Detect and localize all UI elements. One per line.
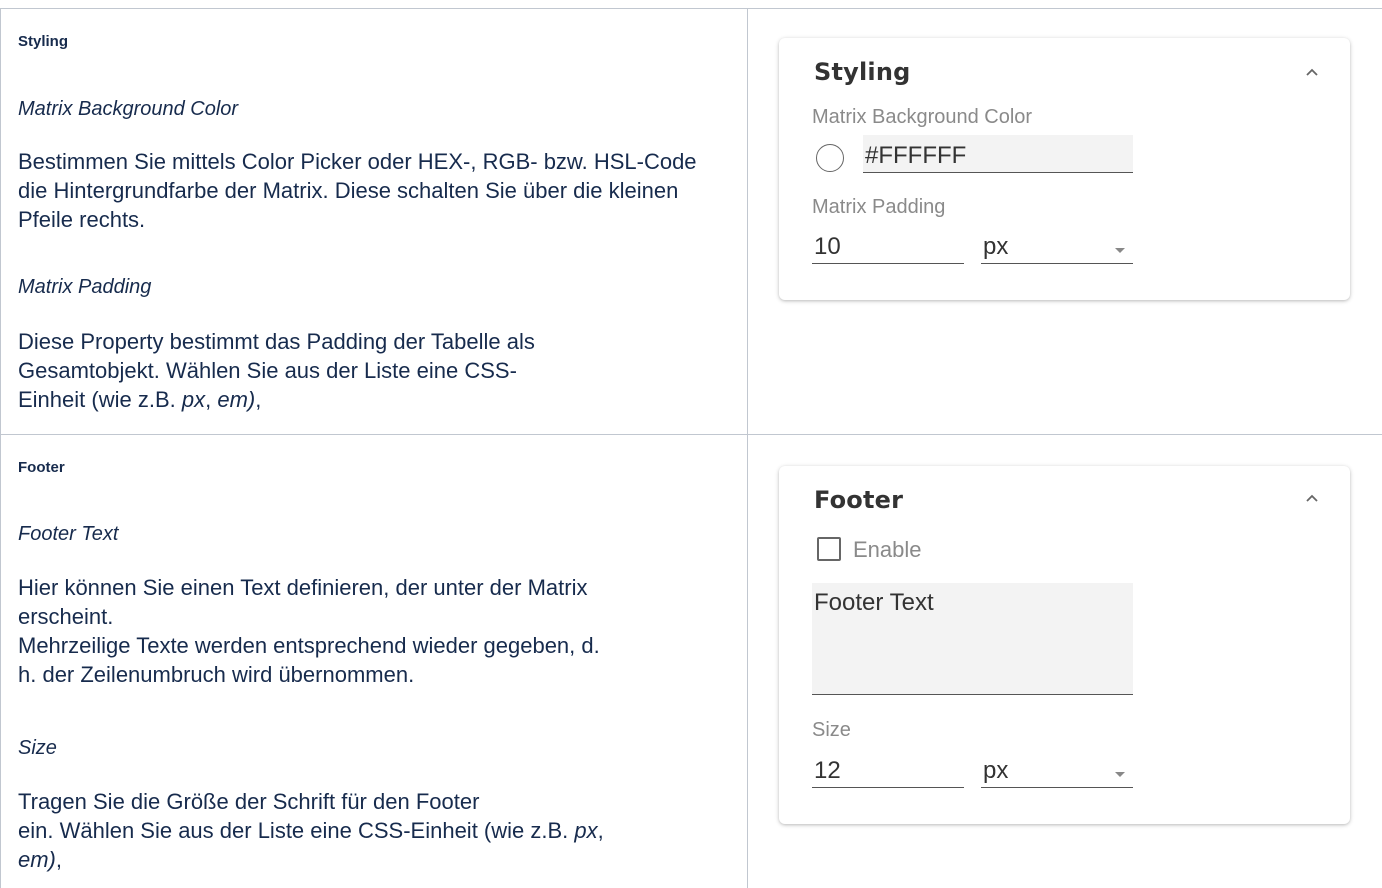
padding-unit-select[interactable]: px xyxy=(981,224,1133,264)
doc-paragraph-padding: Diese Property bestimmt das Padding der … xyxy=(18,327,728,414)
doc-paragraph-bg-color: Bestimmen Sie mittels Color Picker oder … xyxy=(18,149,697,232)
doc-paragraph-line: erscheint. xyxy=(18,604,114,629)
size-unit-value: px xyxy=(983,757,1009,784)
chevron-up-icon[interactable] xyxy=(1304,64,1320,80)
doc-subheading-size: Size xyxy=(18,737,57,759)
bg-color-input[interactable]: #FFFFFF xyxy=(863,135,1133,173)
enable-checkbox[interactable] xyxy=(817,537,841,561)
doc-paragraph-line: Gesamtobjekt. Wählen Sie aus der Liste e… xyxy=(18,358,517,383)
bg-color-value: #FFFFFF xyxy=(865,142,967,169)
panel-title: Styling xyxy=(814,58,911,86)
doc-paragraph-line: Hier können Sie einen Text definieren, d… xyxy=(18,575,588,600)
doc-heading-styling: Styling xyxy=(18,33,69,50)
styling-panel: Styling Matrix Background Color #FFFFFF … xyxy=(779,38,1350,300)
doc-cell-footer: Footer Footer Text Hier können Sie einen… xyxy=(0,435,748,888)
doc-paragraph-line: em), xyxy=(18,845,728,874)
color-picker-swatch[interactable] xyxy=(816,144,844,172)
doc-paragraph-footer-text: Hier können Sie einen Text definieren, d… xyxy=(18,573,728,689)
doc-subheading-footer-text: Footer Text xyxy=(18,523,119,545)
size-input[interactable]: 12 xyxy=(812,748,964,788)
enable-label: Enable xyxy=(853,537,922,562)
doc-subheading-padding: Matrix Padding xyxy=(18,276,152,298)
doc-text: , xyxy=(255,387,262,412)
doc-paragraph-line: h. der Zeilenumbruch wird übernommen. xyxy=(18,662,415,687)
doc-unit-px: px xyxy=(574,818,598,843)
doc-unit-em: em) xyxy=(217,387,256,412)
chevron-up-icon[interactable] xyxy=(1304,490,1320,506)
bg-color-label: Matrix Background Color xyxy=(812,106,1033,128)
doc-paragraph-size: Tragen Sie die Größe der Schrift für den… xyxy=(18,787,728,874)
footer-panel: Footer Enable Footer Text Size 12 px xyxy=(779,466,1350,824)
doc-unit-px: px xyxy=(181,387,206,412)
padding-value: 10 xyxy=(814,233,841,260)
doc-text: Einheit (wie z.B. xyxy=(18,387,182,412)
doc-cell-styling: Styling Matrix Background Color Bestimme… xyxy=(0,9,748,434)
size-unit-select[interactable]: px xyxy=(981,748,1133,788)
dropdown-arrow-icon xyxy=(1115,248,1125,253)
padding-input[interactable]: 10 xyxy=(812,224,964,264)
doc-paragraph-line: Tragen Sie die Größe der Schrift für den… xyxy=(18,789,480,814)
doc-subheading-bg-color: Matrix Background Color xyxy=(18,98,239,120)
doc-heading-footer: Footer xyxy=(18,459,65,476)
doc-unit-em: em) xyxy=(18,847,56,872)
size-label: Size xyxy=(812,719,851,741)
doc-paragraph-line: Diese Property bestimmt das Padding der … xyxy=(18,329,535,354)
dropdown-arrow-icon xyxy=(1115,772,1125,777)
doc-text: ein. Wählen Sie aus der Liste eine CSS-E… xyxy=(18,818,575,843)
padding-label: Matrix Padding xyxy=(812,196,946,218)
doc-paragraph-line: Mehrzeilige Texte werden entsprechend wi… xyxy=(18,633,600,658)
doc-text: , xyxy=(205,387,218,412)
panel-title: Footer xyxy=(814,486,904,514)
doc-text: , xyxy=(597,818,604,843)
doc-paragraph-line: ein. Wählen Sie aus der Liste eine CSS-E… xyxy=(18,816,728,845)
doc-paragraph-line: Einheit (wie z.B. px, em), xyxy=(18,385,728,414)
size-value: 12 xyxy=(814,757,841,784)
footer-text-area[interactable]: Footer Text xyxy=(812,583,1133,695)
doc-text: , xyxy=(55,847,63,872)
padding-unit-value: px xyxy=(983,233,1009,260)
